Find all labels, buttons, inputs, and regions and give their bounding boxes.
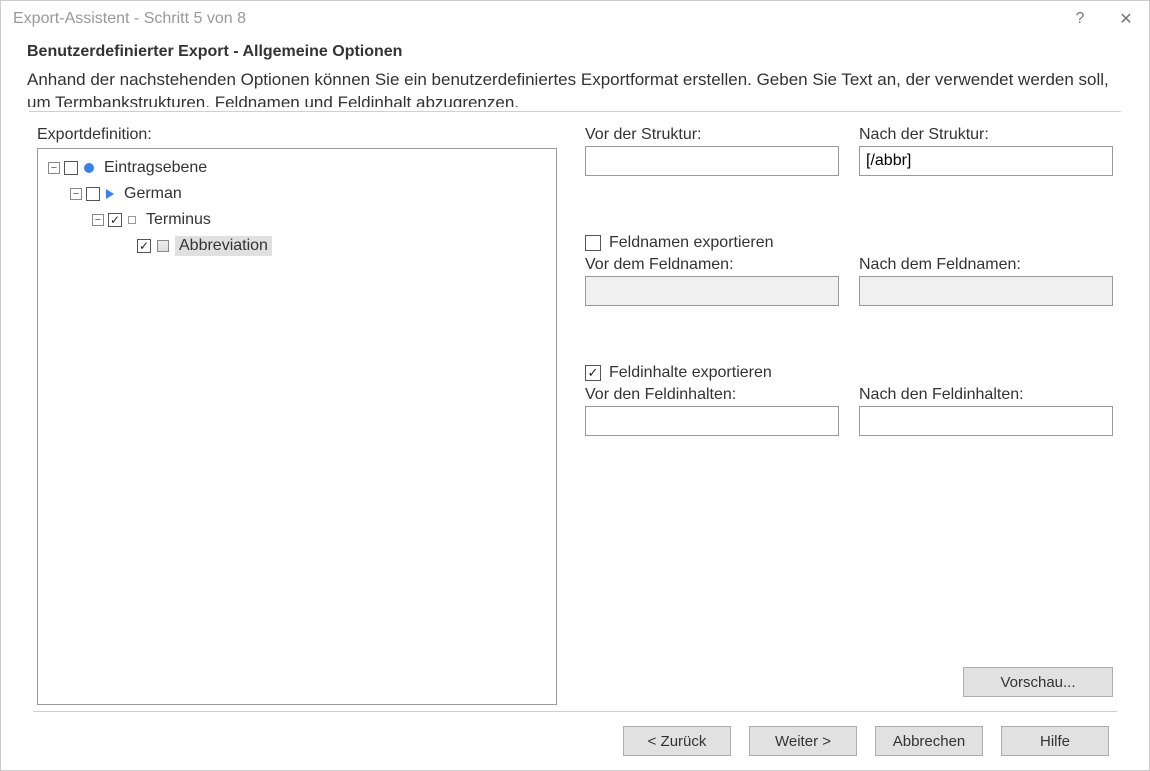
export-fieldnames-checkbox-row[interactable]: Feldnamen exportieren xyxy=(585,234,1113,252)
checkbox[interactable] xyxy=(108,213,122,227)
after-fieldvalue-input[interactable] xyxy=(859,406,1113,436)
before-fieldname-col: Vor dem Feldnamen: xyxy=(585,256,839,306)
after-fieldvalue-label: Nach den Feldinhalten: xyxy=(859,386,1113,404)
checkbox[interactable] xyxy=(137,239,151,253)
after-structure-input[interactable] xyxy=(859,146,1113,176)
section-title: Benutzerdefinierter Export - Allgemeine … xyxy=(27,43,1133,61)
export-definition-tree[interactable]: − Eintragsebene − German − xyxy=(37,148,557,705)
tree-node-german[interactable]: − German xyxy=(42,181,552,207)
main-panel: Exportdefinition: − Eintragsebene − Germ… xyxy=(17,126,1133,705)
titlebar: Export-Assistent - Schritt 5 von 8 ? ✕ xyxy=(1,1,1149,37)
tree-node-label: German xyxy=(120,184,186,204)
after-fieldvalue-col: Nach den Feldinhalten: xyxy=(859,386,1113,436)
preview-row: Vorschau... xyxy=(585,667,1113,705)
section-description: Anhand der nachstehenden Optionen können… xyxy=(27,69,1117,107)
fieldnames-row: Vor dem Feldnamen: Nach dem Feldnamen: xyxy=(585,256,1113,306)
content-area: Benutzerdefinierter Export - Allgemeine … xyxy=(1,37,1149,770)
before-fieldvalue-col: Vor den Feldinhalten: xyxy=(585,386,839,436)
structure-row: Vor der Struktur: Nach der Struktur: xyxy=(585,126,1113,176)
checkbox[interactable] xyxy=(86,187,100,201)
field-icon xyxy=(157,240,169,252)
before-structure-col: Vor der Struktur: xyxy=(585,126,839,176)
after-fieldname-col: Nach dem Feldnamen: xyxy=(859,256,1113,306)
spacer xyxy=(585,208,1113,234)
right-panel: Vor der Struktur: Nach der Struktur: Fel… xyxy=(585,126,1113,705)
back-button[interactable]: < Zurück xyxy=(623,726,731,756)
export-wizard-window: Export-Assistent - Schritt 5 von 8 ? ✕ B… xyxy=(0,0,1150,771)
spacer xyxy=(585,338,1113,364)
after-structure-label: Nach der Struktur: xyxy=(859,126,1113,144)
tree-node-entry-level[interactable]: − Eintragsebene xyxy=(42,155,552,181)
footer-buttons: < Zurück Weiter > Abbrechen Hilfe xyxy=(17,712,1133,770)
left-panel: Exportdefinition: − Eintragsebene − Germ… xyxy=(37,126,557,705)
tree-node-label: Terminus xyxy=(142,210,215,230)
before-fieldname-label: Vor dem Feldnamen: xyxy=(585,256,839,274)
close-icon[interactable]: ✕ xyxy=(1103,1,1149,37)
after-fieldname-label: Nach dem Feldnamen: xyxy=(859,256,1113,274)
fieldvalues-row: Vor den Feldinhalten: Nach den Feldinhal… xyxy=(585,386,1113,436)
after-structure-col: Nach der Struktur: xyxy=(859,126,1113,176)
expander-icon[interactable]: − xyxy=(48,162,60,174)
checkbox[interactable] xyxy=(585,235,601,251)
before-fieldvalue-input[interactable] xyxy=(585,406,839,436)
checkbox[interactable] xyxy=(64,161,78,175)
export-fieldvalues-checkbox-row[interactable]: Feldinhalte exportieren xyxy=(585,364,1113,382)
export-fieldvalues-label: Feldinhalte exportieren xyxy=(609,364,772,382)
after-fieldname-input xyxy=(859,276,1113,306)
expander-icon[interactable]: − xyxy=(92,214,104,226)
before-structure-input[interactable] xyxy=(585,146,839,176)
divider xyxy=(29,111,1121,112)
before-fieldname-input xyxy=(585,276,839,306)
tree-label: Exportdefinition: xyxy=(37,126,557,144)
cancel-button[interactable]: Abbrechen xyxy=(875,726,983,756)
window-title: Export-Assistent - Schritt 5 von 8 xyxy=(13,10,246,28)
before-fieldvalue-label: Vor den Feldinhalten: xyxy=(585,386,839,404)
help-icon[interactable]: ? xyxy=(1057,1,1103,37)
next-button[interactable]: Weiter > xyxy=(749,726,857,756)
tree-node-abbreviation[interactable]: Abbreviation xyxy=(42,233,552,259)
tree-node-label: Abbreviation xyxy=(175,236,272,256)
square-icon xyxy=(128,216,136,224)
before-structure-label: Vor der Struktur: xyxy=(585,126,839,144)
tree-node-label: Eintragsebene xyxy=(100,158,211,178)
help-button[interactable]: Hilfe xyxy=(1001,726,1109,756)
preview-button[interactable]: Vorschau... xyxy=(963,667,1113,697)
expander-icon[interactable]: − xyxy=(70,188,82,200)
circle-icon xyxy=(84,163,94,173)
titlebar-controls: ? ✕ xyxy=(1057,1,1149,37)
export-fieldnames-label: Feldnamen exportieren xyxy=(609,234,774,252)
triangle-icon xyxy=(106,189,114,199)
tree-node-terminus[interactable]: − Terminus xyxy=(42,207,552,233)
checkbox[interactable] xyxy=(585,365,601,381)
